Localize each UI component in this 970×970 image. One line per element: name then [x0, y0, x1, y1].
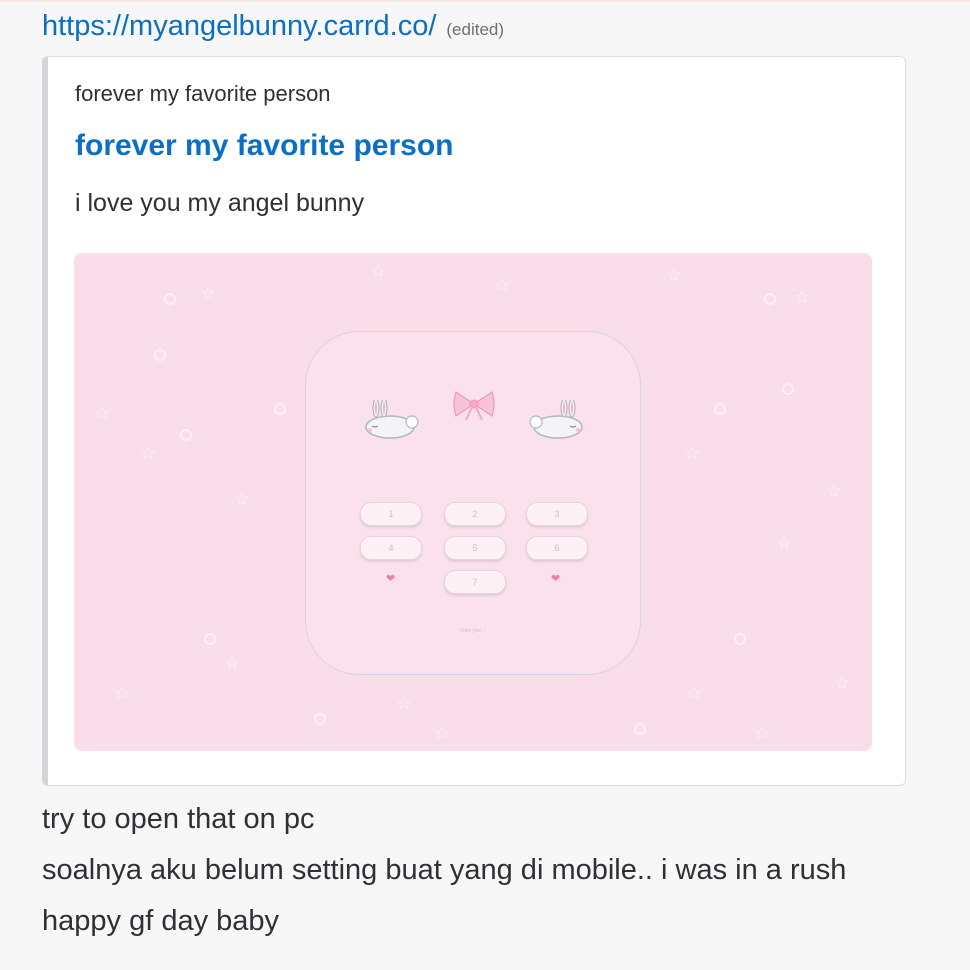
ring-decoration — [274, 403, 286, 415]
message-line: try to open that on pc — [42, 803, 315, 835]
star-decoration: ☆ — [140, 443, 157, 464]
message-line: happy gf day baby — [42, 905, 280, 937]
star-decoration: ☆ — [684, 443, 701, 464]
ring-decoration — [764, 293, 776, 305]
embed-description: i love you my angel bunny — [75, 189, 365, 217]
star-decoration: ☆ — [224, 653, 241, 674]
bunny-icon — [529, 400, 583, 439]
keypad-button[interactable]: 2 — [444, 502, 506, 526]
message-header: https://myangelbunny.carrd.co/ (edited) — [42, 10, 504, 43]
star-decoration: ☆ — [396, 693, 413, 714]
edited-label: (edited) — [446, 20, 505, 39]
embed-provider: forever my favorite person — [75, 81, 331, 106]
ring-decoration — [734, 633, 746, 645]
embed-title[interactable]: forever my favorite person — [75, 129, 453, 163]
keypad-button[interactable]: 6 — [526, 536, 588, 560]
bunny-icon — [365, 400, 419, 439]
message-link[interactable]: https://myangelbunny.carrd.co/ — [42, 10, 436, 43]
star-decoration: ☆ — [370, 261, 387, 282]
star-decoration: ☆ — [200, 283, 217, 304]
star-decoration: ☆ — [234, 489, 251, 510]
star-decoration: ☆ — [754, 723, 771, 744]
star-decoration: ☆ — [114, 683, 131, 704]
ring-decoration — [164, 293, 176, 305]
message-line: soalnya aku belum setting buat yang di m… — [42, 854, 847, 886]
bow-icon — [453, 391, 495, 421]
heart-icon: ❤ — [386, 573, 396, 585]
embed-preview-image[interactable]: ☆ ☆ ☆ ☆ ☆ ☆ ☆ ☆ ☆ ☆ ☆ ☆ ☆ ☆ ☆ ☆ ☆ ☆ 1 2 … — [74, 253, 872, 751]
star-decoration: ☆ — [776, 533, 793, 554]
link-embed: forever my favorite person forever my fa… — [42, 56, 906, 786]
star-decoration: ☆ — [686, 683, 703, 704]
top-divider — [0, 0, 970, 2]
star-decoration: ☆ — [826, 481, 843, 502]
ring-decoration — [204, 633, 216, 645]
ring-decoration — [314, 713, 326, 725]
ring-decoration — [782, 383, 794, 395]
preview-footer-text: i love you ♡ — [459, 628, 487, 634]
ring-decoration — [154, 349, 166, 361]
keypad-button[interactable]: 5 — [444, 536, 506, 560]
star-decoration: ☆ — [494, 275, 511, 296]
ring-decoration — [714, 403, 726, 415]
star-decoration: ☆ — [794, 287, 811, 308]
phone-frame: 1 2 3 4 5 6 7 ❤ ❤ i love you ♡ — [305, 331, 641, 675]
keypad-button[interactable]: 7 — [444, 570, 506, 594]
star-decoration: ☆ — [94, 403, 111, 424]
star-decoration: ☆ — [834, 673, 851, 694]
star-decoration: ☆ — [666, 265, 683, 286]
keypad-button[interactable]: 3 — [526, 502, 588, 526]
keypad-button[interactable]: 4 — [360, 536, 422, 560]
keypad-button[interactable]: 1 — [360, 502, 422, 526]
ring-decoration — [634, 723, 646, 735]
heart-icon: ❤ — [551, 573, 561, 585]
ring-decoration — [180, 429, 192, 441]
star-decoration: ☆ — [434, 723, 451, 744]
